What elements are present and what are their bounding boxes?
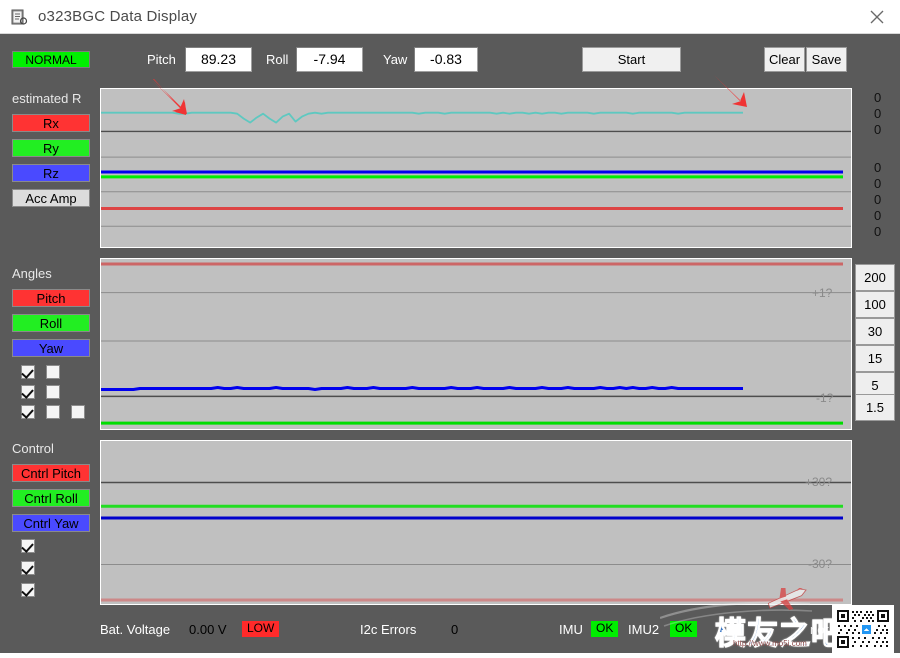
- yaw-field[interactable]: -0.83: [414, 47, 478, 72]
- watermark-url: http://www.mo5i.com: [733, 639, 807, 648]
- qr-code: [832, 605, 894, 653]
- plot-control[interactable]: [100, 440, 852, 605]
- scale-button-100[interactable]: 100: [855, 291, 895, 318]
- imu2-label: IMU2: [628, 622, 660, 637]
- scale-button-200[interactable]: 200: [855, 264, 895, 291]
- angles-checkbox-yaw-a[interactable]: [21, 405, 35, 419]
- axis-number-3: 0: [874, 160, 882, 175]
- scale-button-1-5[interactable]: 1.5: [855, 394, 895, 421]
- legend-yaw[interactable]: Yaw: [12, 339, 90, 357]
- roll-label: Roll: [266, 52, 289, 67]
- legend-acc-amp[interactable]: Acc Amp: [12, 189, 90, 207]
- close-icon: [870, 10, 884, 24]
- i2c-errors-label: I2c Errors: [360, 622, 417, 637]
- angles-checkbox-yaw-b[interactable]: [46, 405, 60, 419]
- angles-axis-label-top: +1?: [812, 286, 833, 300]
- axis-number-2: 0: [874, 122, 882, 137]
- axis-number-1: 0: [874, 106, 882, 121]
- axis-number-7: 0: [874, 224, 882, 239]
- window-title: o323BGC Data Display: [38, 8, 198, 25]
- control-checkbox-pitch[interactable]: [21, 539, 35, 553]
- control-checkbox-roll[interactable]: [21, 561, 35, 575]
- control-axis-label-top: +30?: [805, 475, 833, 489]
- app-window: o323BGC Data Display NORMAL Pitch 89.23 …: [0, 0, 900, 653]
- axis-number-5: 0: [874, 192, 882, 207]
- legend-cntrl-roll[interactable]: Cntrl Roll: [12, 489, 90, 507]
- title-bar: o323BGC Data Display: [0, 0, 900, 34]
- yaw-label: Yaw: [383, 52, 408, 67]
- battery-value: 0.00 V: [189, 622, 227, 637]
- legend-rz[interactable]: Rz: [12, 164, 90, 182]
- scale-button-15[interactable]: 15: [855, 345, 895, 372]
- legend-roll[interactable]: Roll: [12, 314, 90, 332]
- angles-checkbox-pitch-a[interactable]: [21, 365, 35, 379]
- save-button[interactable]: Save: [806, 47, 847, 72]
- start-button[interactable]: Start: [582, 47, 681, 72]
- legend-cntrl-yaw[interactable]: Cntrl Yaw: [12, 514, 90, 532]
- imu-status-badge: OK: [591, 621, 619, 637]
- section-title-angles: Angles: [12, 266, 52, 281]
- imu2-status-badge: OK: [670, 621, 698, 637]
- axis-number-0: 0: [874, 90, 882, 105]
- section-title-estimated-r: estimated R: [12, 91, 82, 106]
- plot-estimated-r[interactable]: [100, 88, 852, 248]
- scale-button-30[interactable]: 30: [855, 318, 895, 345]
- legend-cntrl-pitch[interactable]: Cntrl Pitch: [12, 464, 90, 482]
- battery-status-badge: LOW: [242, 621, 280, 637]
- pitch-field[interactable]: 89.23: [185, 47, 252, 72]
- legend-rx[interactable]: Rx: [12, 114, 90, 132]
- imu-label: IMU: [559, 622, 583, 637]
- toolbar: NORMAL Pitch 89.23 Roll -7.94 Yaw -0.83 …: [0, 33, 900, 86]
- section-title-control: Control: [12, 441, 54, 456]
- plot-angles[interactable]: [100, 258, 852, 430]
- angles-checkbox-pitch-b[interactable]: [46, 365, 60, 379]
- mode-text: nor: [810, 622, 829, 637]
- status-badge: NORMAL: [12, 51, 90, 68]
- legend-pitch[interactable]: Pitch: [12, 289, 90, 307]
- pitch-label: Pitch: [147, 52, 176, 67]
- legend-ry[interactable]: Ry: [12, 139, 90, 157]
- control-checkbox-yaw[interactable]: [21, 583, 35, 597]
- angles-checkbox-yaw-c[interactable]: [71, 405, 85, 419]
- battery-label: Bat. Voltage: [100, 622, 171, 637]
- i2c-errors-value: 0: [451, 622, 459, 637]
- angles-checkbox-roll-b[interactable]: [46, 385, 60, 399]
- axis-number-6: 0: [874, 208, 882, 223]
- app-icon: [10, 8, 28, 26]
- axis-number-4: 0: [874, 176, 882, 191]
- close-button[interactable]: [854, 1, 900, 33]
- roll-field[interactable]: -7.94: [296, 47, 363, 72]
- control-axis-label-bottom: -30?: [808, 557, 833, 571]
- clear-button[interactable]: Clear: [764, 47, 805, 72]
- angles-axis-label-bottom: -1?: [816, 391, 834, 405]
- angles-checkbox-roll-a[interactable]: [21, 385, 35, 399]
